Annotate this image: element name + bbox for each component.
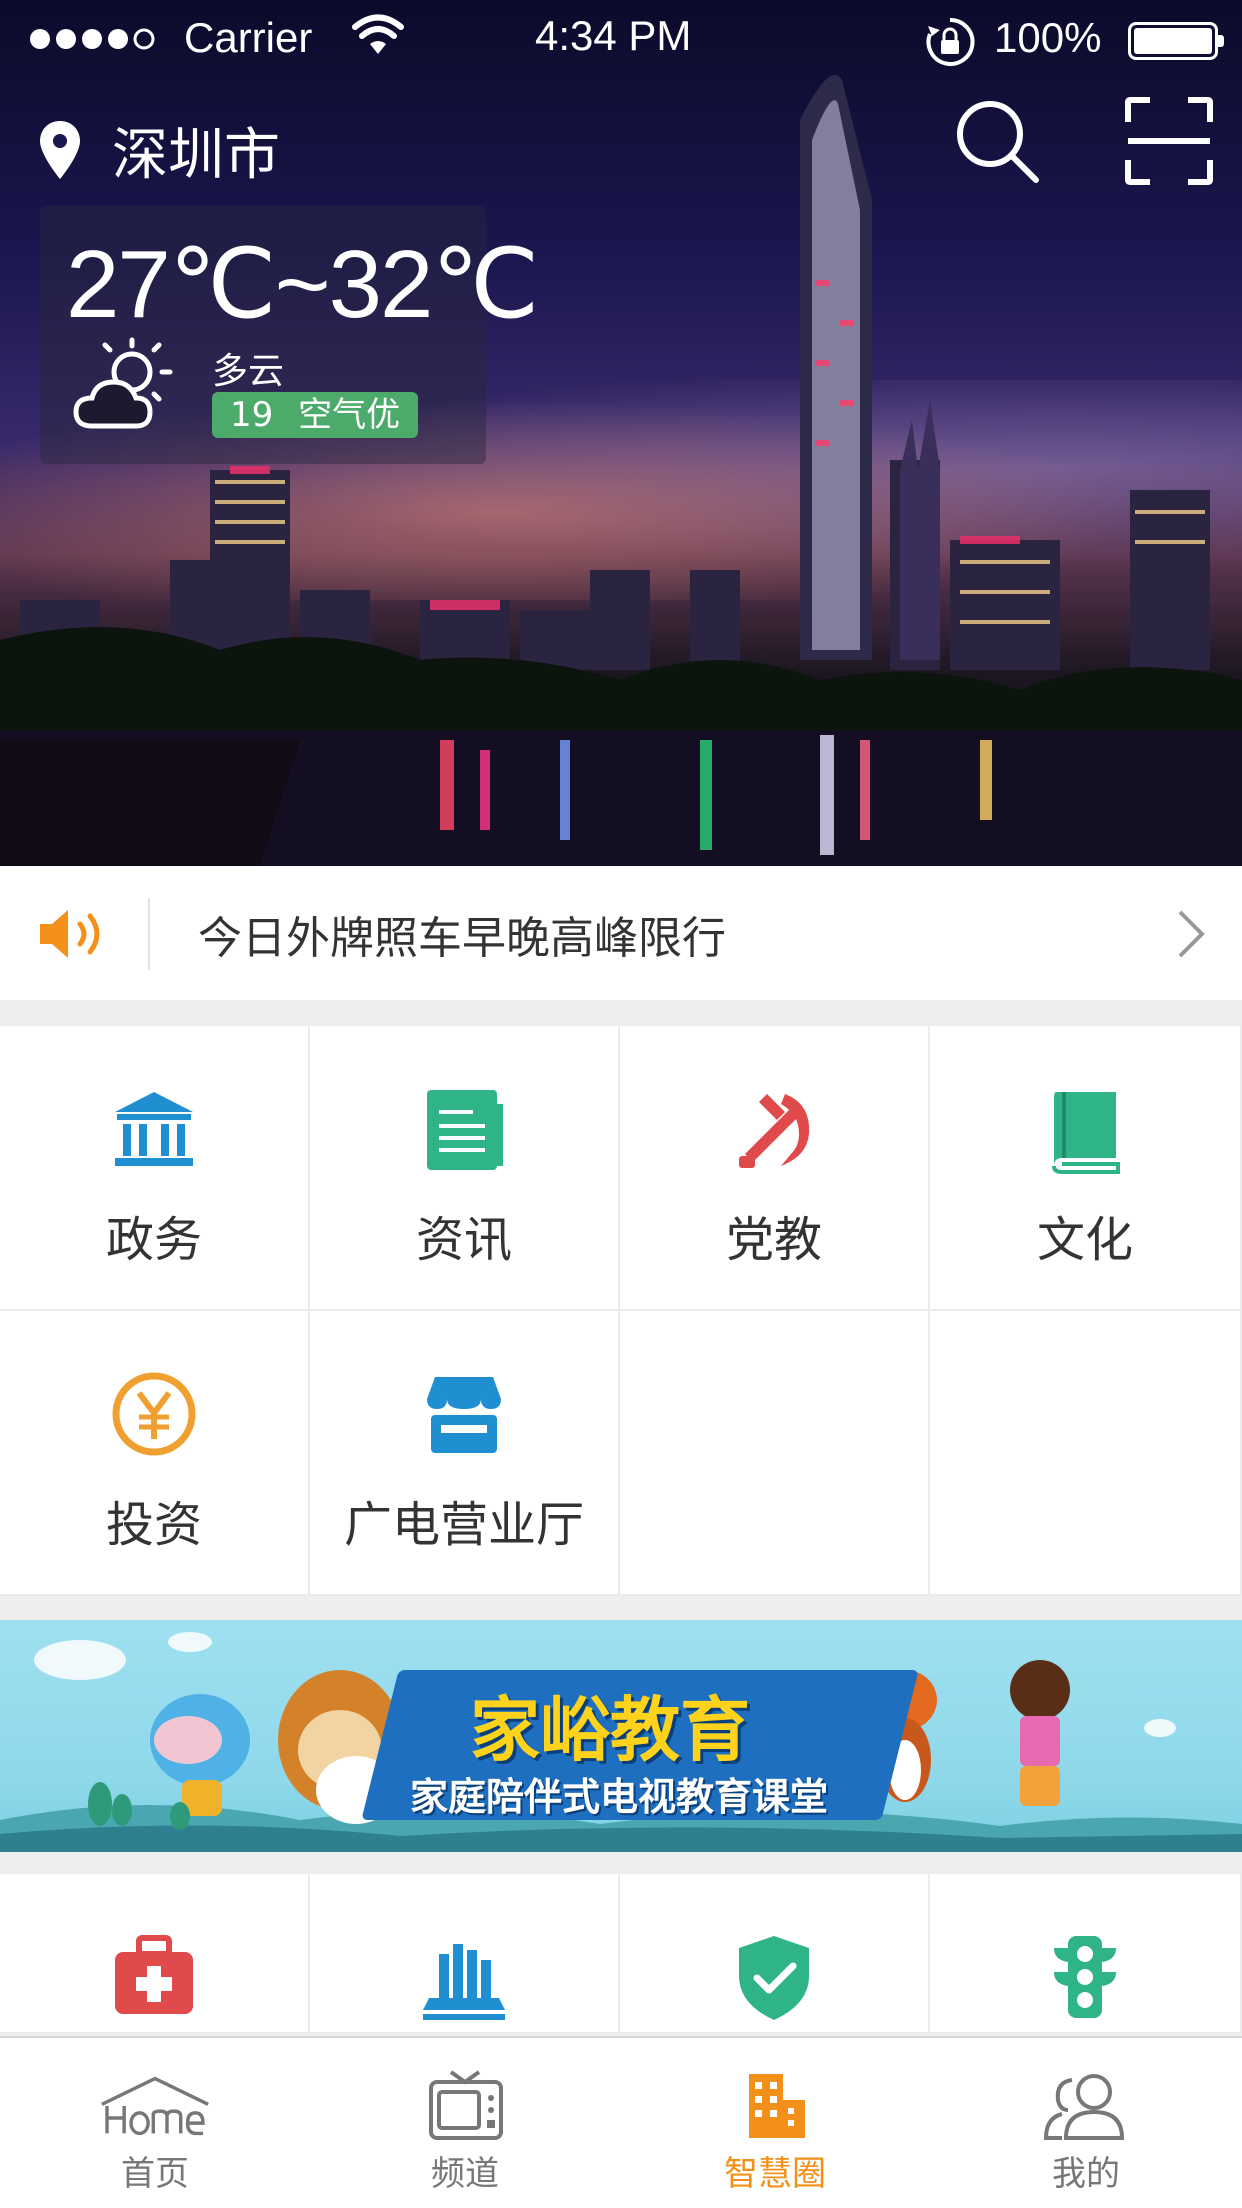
tab-label: 频道 (431, 2154, 499, 2194)
tab-label: 首页 (121, 2154, 189, 2194)
weather-widget[interactable]: 27℃~32℃ 多云 19 空气优 (40, 206, 539, 464)
aqi-value: 19 (230, 395, 274, 435)
city-name: 深圳市 (112, 123, 280, 188)
tab-smart-circle[interactable]: 智慧圈 (620, 2038, 930, 2208)
users-icon (1043, 2074, 1125, 2140)
tab-home[interactable]: 首页 (0, 2038, 310, 2208)
partly-cloudy-icon (73, 337, 173, 429)
service-item-traffic[interactable] (930, 1874, 1242, 2034)
tab-label: 智慧圈 (724, 2154, 826, 2194)
clock-time: 4:34 PM (535, 12, 692, 59)
news-document-icon (427, 1090, 503, 1170)
service-item-security[interactable] (620, 1874, 930, 2034)
temperature-range: 27℃~32℃ (66, 231, 539, 338)
banner-subtitle: 家庭陪伴式电视教育课堂 (410, 1775, 829, 1819)
service-grid-row2 (0, 1874, 1242, 2034)
service-grid: 政务 资讯 党教 文化 投资 广电营业厅 (0, 1026, 1242, 1596)
party-emblem-icon (739, 1094, 810, 1168)
library-books-icon (423, 1944, 505, 2020)
speaker-icon (40, 910, 100, 958)
chevron-right-icon (1178, 910, 1205, 958)
tab-bar: 首页 频道 智慧圈 我的 (0, 2036, 1242, 2208)
scan-icon[interactable] (1124, 96, 1214, 186)
shield-check-icon (739, 1936, 809, 2020)
yuan-coin-icon (112, 1372, 196, 1456)
aqi-label: 空气优 (298, 395, 401, 435)
rotation-lock-icon (926, 17, 975, 66)
empty-cell (930, 1311, 1242, 1596)
medical-kit-icon (115, 1935, 193, 2014)
empty-cell (620, 1311, 930, 1596)
location-selector[interactable]: 深圳市 (36, 110, 280, 191)
carrier-label: Carrier (184, 14, 313, 61)
service-item-investment[interactable]: 投资 (0, 1311, 310, 1596)
service-item-library[interactable] (310, 1874, 620, 2034)
battery-percentage: 100% (994, 14, 1102, 61)
book-icon (1052, 1092, 1120, 1174)
location-pin-icon (40, 120, 80, 179)
city-buildings-icon (749, 2074, 805, 2138)
service-label: 政务 (105, 1212, 202, 1268)
service-item-culture[interactable]: 文化 (930, 1026, 1242, 1311)
tab-label: 我的 (1052, 2154, 1120, 2194)
service-label: 投资 (105, 1497, 202, 1553)
service-item-party-education[interactable]: 党教 (620, 1026, 930, 1311)
service-item-news[interactable]: 资讯 (310, 1026, 620, 1311)
tab-mine[interactable]: 我的 (930, 2038, 1242, 2208)
notice-divider (148, 898, 150, 970)
aqi-badge: 19 空气优 (212, 392, 419, 438)
traffic-light-icon (1054, 1936, 1116, 2018)
search-icon[interactable] (952, 96, 1042, 186)
banner-title: 家峪教育 (470, 1689, 750, 1771)
battery-icon (1128, 22, 1224, 60)
tv-icon (429, 2070, 503, 2140)
service-item-government[interactable]: 政务 (0, 1026, 310, 1311)
status-bar: Carrier 4:34 PM 100% (0, 0, 1242, 80)
notice-bar[interactable]: 今日外牌照车早晚高峰限行 (0, 866, 1242, 1000)
hero-banner: Carrier 4:34 PM 100% 深圳市 27℃~32℃ 多云 19 空… (0, 0, 1242, 866)
service-label: 广电营业厅 (343, 1497, 584, 1553)
service-label: 资讯 (415, 1212, 512, 1268)
service-item-medical[interactable] (0, 1874, 310, 2034)
notice-text: 今日外牌照车早晚高峰限行 (198, 913, 726, 964)
education-ad-banner[interactable]: 家峪教育 家庭陪伴式电视教育课堂 (0, 1620, 1242, 1852)
signal-strength-icon (30, 28, 155, 50)
government-building-icon (115, 1092, 193, 1166)
tab-channel[interactable]: 频道 (310, 2038, 620, 2208)
service-item-business-hall[interactable]: 广电营业厅 (310, 1311, 620, 1596)
wifi-icon (352, 14, 404, 54)
home-icon (101, 2076, 209, 2136)
service-label: 党教 (725, 1212, 822, 1268)
weather-condition: 多云 (212, 351, 285, 392)
storefront-icon (427, 1377, 501, 1453)
service-label: 文化 (1036, 1212, 1133, 1268)
